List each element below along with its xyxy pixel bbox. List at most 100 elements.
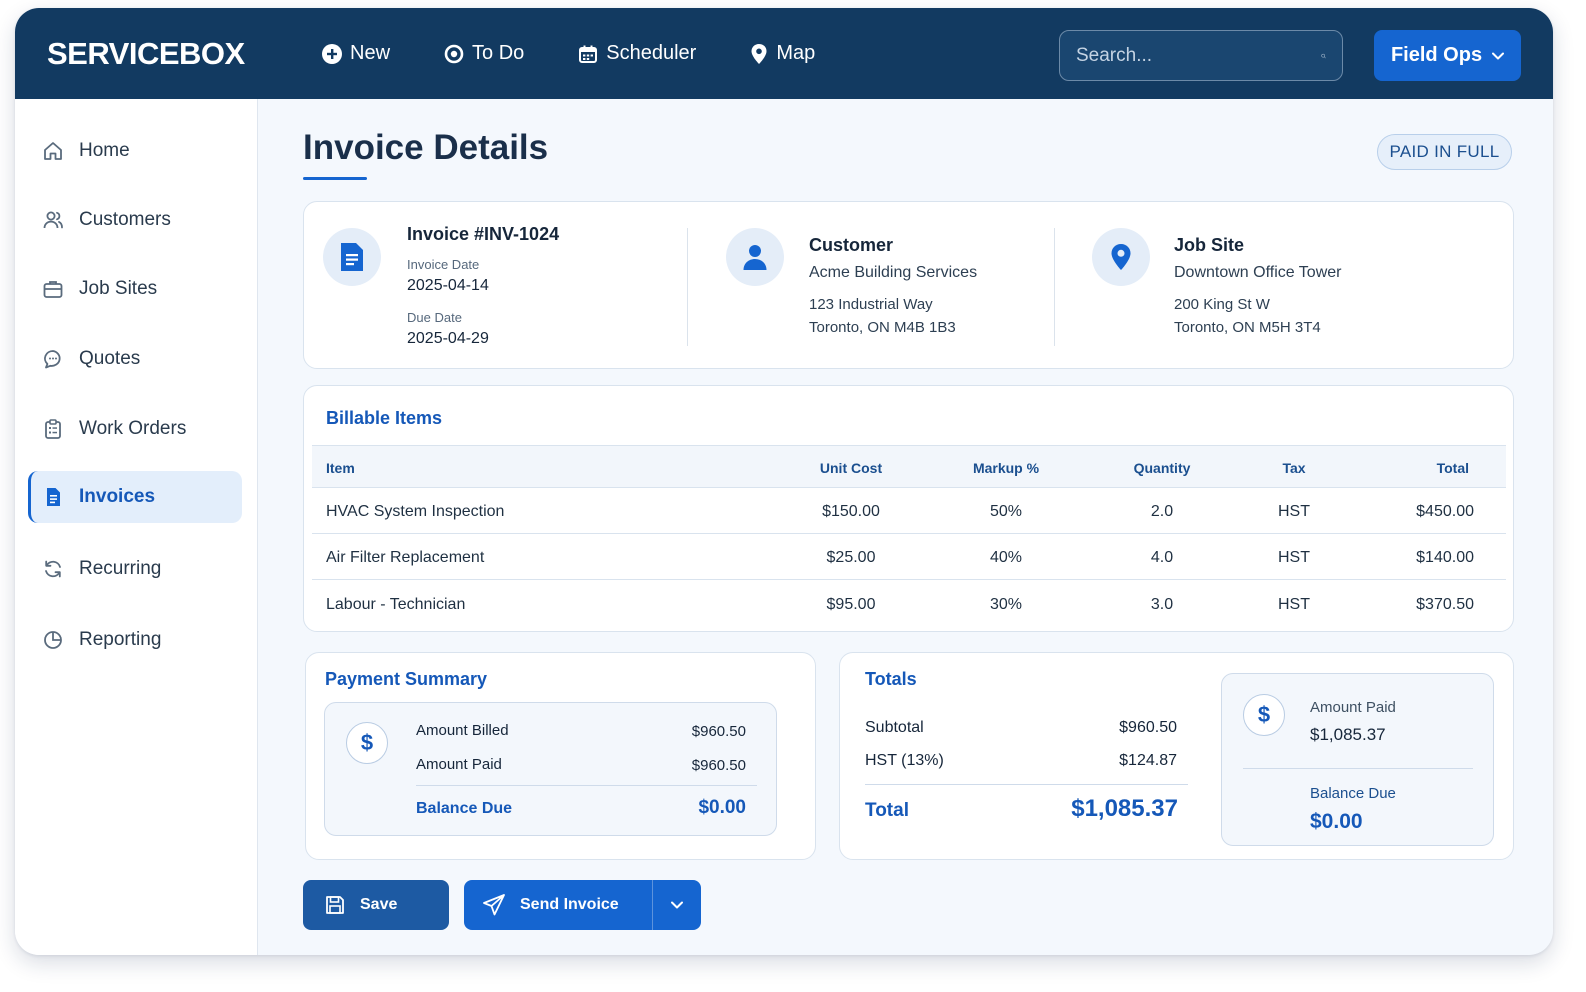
dollar-icon: $ <box>346 722 388 764</box>
status-badge: PAID IN FULL <box>1377 134 1512 170</box>
column-header[interactable]: Quantity <box>1134 460 1191 476</box>
field-ops-label: Field Ops <box>1390 44 1483 66</box>
job-site-address-line2: Toronto, ON M5H 3T4 <box>1174 319 1321 336</box>
cell-quantity: 4.0 <box>1150 549 1174 566</box>
sidebar-item-customers[interactable]: Customers <box>28 194 242 246</box>
cell-total: $370.50 <box>1416 596 1474 613</box>
customer-name[interactable]: Acme Building Services <box>809 264 977 282</box>
amount-paid-value: $960.50 <box>691 757 746 774</box>
calendar-icon <box>579 45 598 63</box>
cell-unit-cost: $95.00 <box>826 596 876 613</box>
balance-due-value: $0.00 <box>1310 810 1363 833</box>
column-header[interactable]: Tax <box>1282 460 1305 476</box>
field-ops-dropdown[interactable]: Field Ops <box>1374 30 1521 81</box>
cell-unit-cost: $150.00 <box>822 503 880 520</box>
payment-summary-title: Payment Summary <box>325 669 488 689</box>
cell-tax: HST <box>1278 596 1310 613</box>
sidebar-item-reporting[interactable]: Reporting <box>28 614 242 666</box>
user-icon <box>743 245 767 270</box>
map-pin-icon <box>751 43 767 64</box>
amount-billed-value: $960.50 <box>691 723 746 740</box>
cell-item: Labour - Technician <box>326 596 466 613</box>
users-icon <box>43 211 63 229</box>
job-site-name[interactable]: Downtown Office Tower <box>1174 264 1341 282</box>
subtotal-value: $960.50 <box>1119 719 1177 736</box>
save-button[interactable]: Save <box>303 880 449 930</box>
nav-new[interactable]: New <box>322 42 390 65</box>
nav-map-label: Map <box>776 42 816 64</box>
nav-todo[interactable]: To Do <box>444 42 524 65</box>
title-underline <box>303 177 367 180</box>
sidebar-item-label: Invoices <box>79 486 156 507</box>
nav-new-label: New <box>350 42 391 64</box>
column-header[interactable]: Unit Cost <box>820 460 882 476</box>
job-site-address-line1: 200 King St W <box>1174 296 1270 313</box>
due-date-label: Due Date <box>407 310 462 325</box>
chat-icon <box>44 350 61 369</box>
column-header[interactable]: Total <box>1437 460 1469 476</box>
document-icon <box>341 243 363 271</box>
divider <box>416 785 757 786</box>
search-input[interactable] <box>1076 44 1321 67</box>
amount-paid-label: Amount Paid <box>1310 699 1396 716</box>
divider <box>1243 768 1473 769</box>
sidebar-item-label: Reporting <box>79 629 162 650</box>
sidebar-item-label: Work Orders <box>79 418 187 439</box>
sidebar: Home Customers Job Sites Quotes Work Ord… <box>15 99 258 955</box>
top-nav: New To Do Scheduler Map <box>322 8 869 99</box>
customer-heading: Customer <box>809 235 894 255</box>
table-row[interactable]: Air Filter Replacement $25.00 40% 4.0 HS… <box>312 534 1506 580</box>
send-invoice-button[interactable]: Send Invoice <box>464 880 652 930</box>
customer-icon-badge <box>726 228 784 286</box>
balance-due-label: Balance Due <box>416 800 513 817</box>
customer-address-line2: Toronto, ON M4B 1B3 <box>809 319 956 336</box>
cell-markup: 30% <box>989 596 1023 613</box>
map-pin-icon <box>1111 244 1131 270</box>
job-site-icon-badge <box>1092 228 1150 286</box>
cell-item: Air Filter Replacement <box>326 549 485 566</box>
home-icon <box>44 142 62 160</box>
sidebar-item-quotes[interactable]: Quotes <box>28 333 242 385</box>
column-header[interactable]: Item <box>326 460 355 476</box>
invoice-number: Invoice #INV-1024 <box>407 224 560 244</box>
nav-map[interactable]: Map <box>750 42 815 65</box>
save-icon <box>326 896 344 914</box>
tax-label: HST (13%) <box>865 752 944 769</box>
cell-tax: HST <box>1278 503 1310 520</box>
search-icon[interactable] <box>1321 45 1326 67</box>
clipboard-icon <box>45 419 61 439</box>
document-icon <box>47 488 60 506</box>
invoice-date: 2025-04-14 <box>407 277 489 294</box>
top-bar: SERVICEBOX New To Do Scheduler Map Searc… <box>15 8 1553 99</box>
send-invoice-label: Send Invoice <box>520 896 619 913</box>
todo-icon <box>444 44 464 63</box>
sidebar-item-job-sites[interactable]: Job Sites <box>28 263 242 315</box>
sidebar-item-label: Quotes <box>79 348 141 369</box>
send-options-dropdown[interactable] <box>652 880 701 930</box>
amount-billed-label: Amount Billed <box>416 722 509 739</box>
billable-items-title: Billable Items <box>326 408 443 428</box>
column-header[interactable]: Markup % <box>973 460 1039 476</box>
invoice-info-card: Invoice #INV-1024 Invoice Date 2025-04-1… <box>303 201 1514 369</box>
brand-logo[interactable]: SERVICEBOX <box>47 36 245 72</box>
sidebar-item-recurring[interactable]: Recurring <box>28 543 242 595</box>
paid-balance-box: $ Amount Paid $1,085.37 Balance Due $0.0… <box>1221 673 1494 846</box>
divider <box>1054 228 1055 346</box>
cell-markup: 50% <box>989 503 1023 520</box>
payment-summary-card: Payment Summary $ Amount Billed $960.50 … <box>305 652 816 860</box>
billable-items-card: Billable Items Item Unit Cost Markup % Q… <box>303 385 1514 632</box>
table-row[interactable]: HVAC System Inspection $150.00 50% 2.0 H… <box>312 488 1506 534</box>
sidebar-item-home[interactable]: Home <box>28 125 242 177</box>
sidebar-item-label: Home <box>79 140 130 161</box>
table-header: Item Unit Cost Markup % Quantity Tax Tot… <box>312 445 1506 488</box>
nav-scheduler[interactable]: Scheduler <box>578 42 696 65</box>
sidebar-item-invoices[interactable]: Invoices <box>28 471 242 523</box>
cell-quantity: 2.0 <box>1150 503 1174 520</box>
tax-value: $124.87 <box>1119 752 1177 769</box>
nav-todo-label: To Do <box>472 42 525 64</box>
sidebar-item-label: Job Sites <box>79 278 158 299</box>
sidebar-item-work-orders[interactable]: Work Orders <box>28 403 242 455</box>
search-box <box>1059 30 1343 81</box>
nav-scheduler-label: Scheduler <box>606 42 697 64</box>
table-row[interactable]: Labour - Technician $95.00 30% 3.0 HST $… <box>312 581 1506 627</box>
